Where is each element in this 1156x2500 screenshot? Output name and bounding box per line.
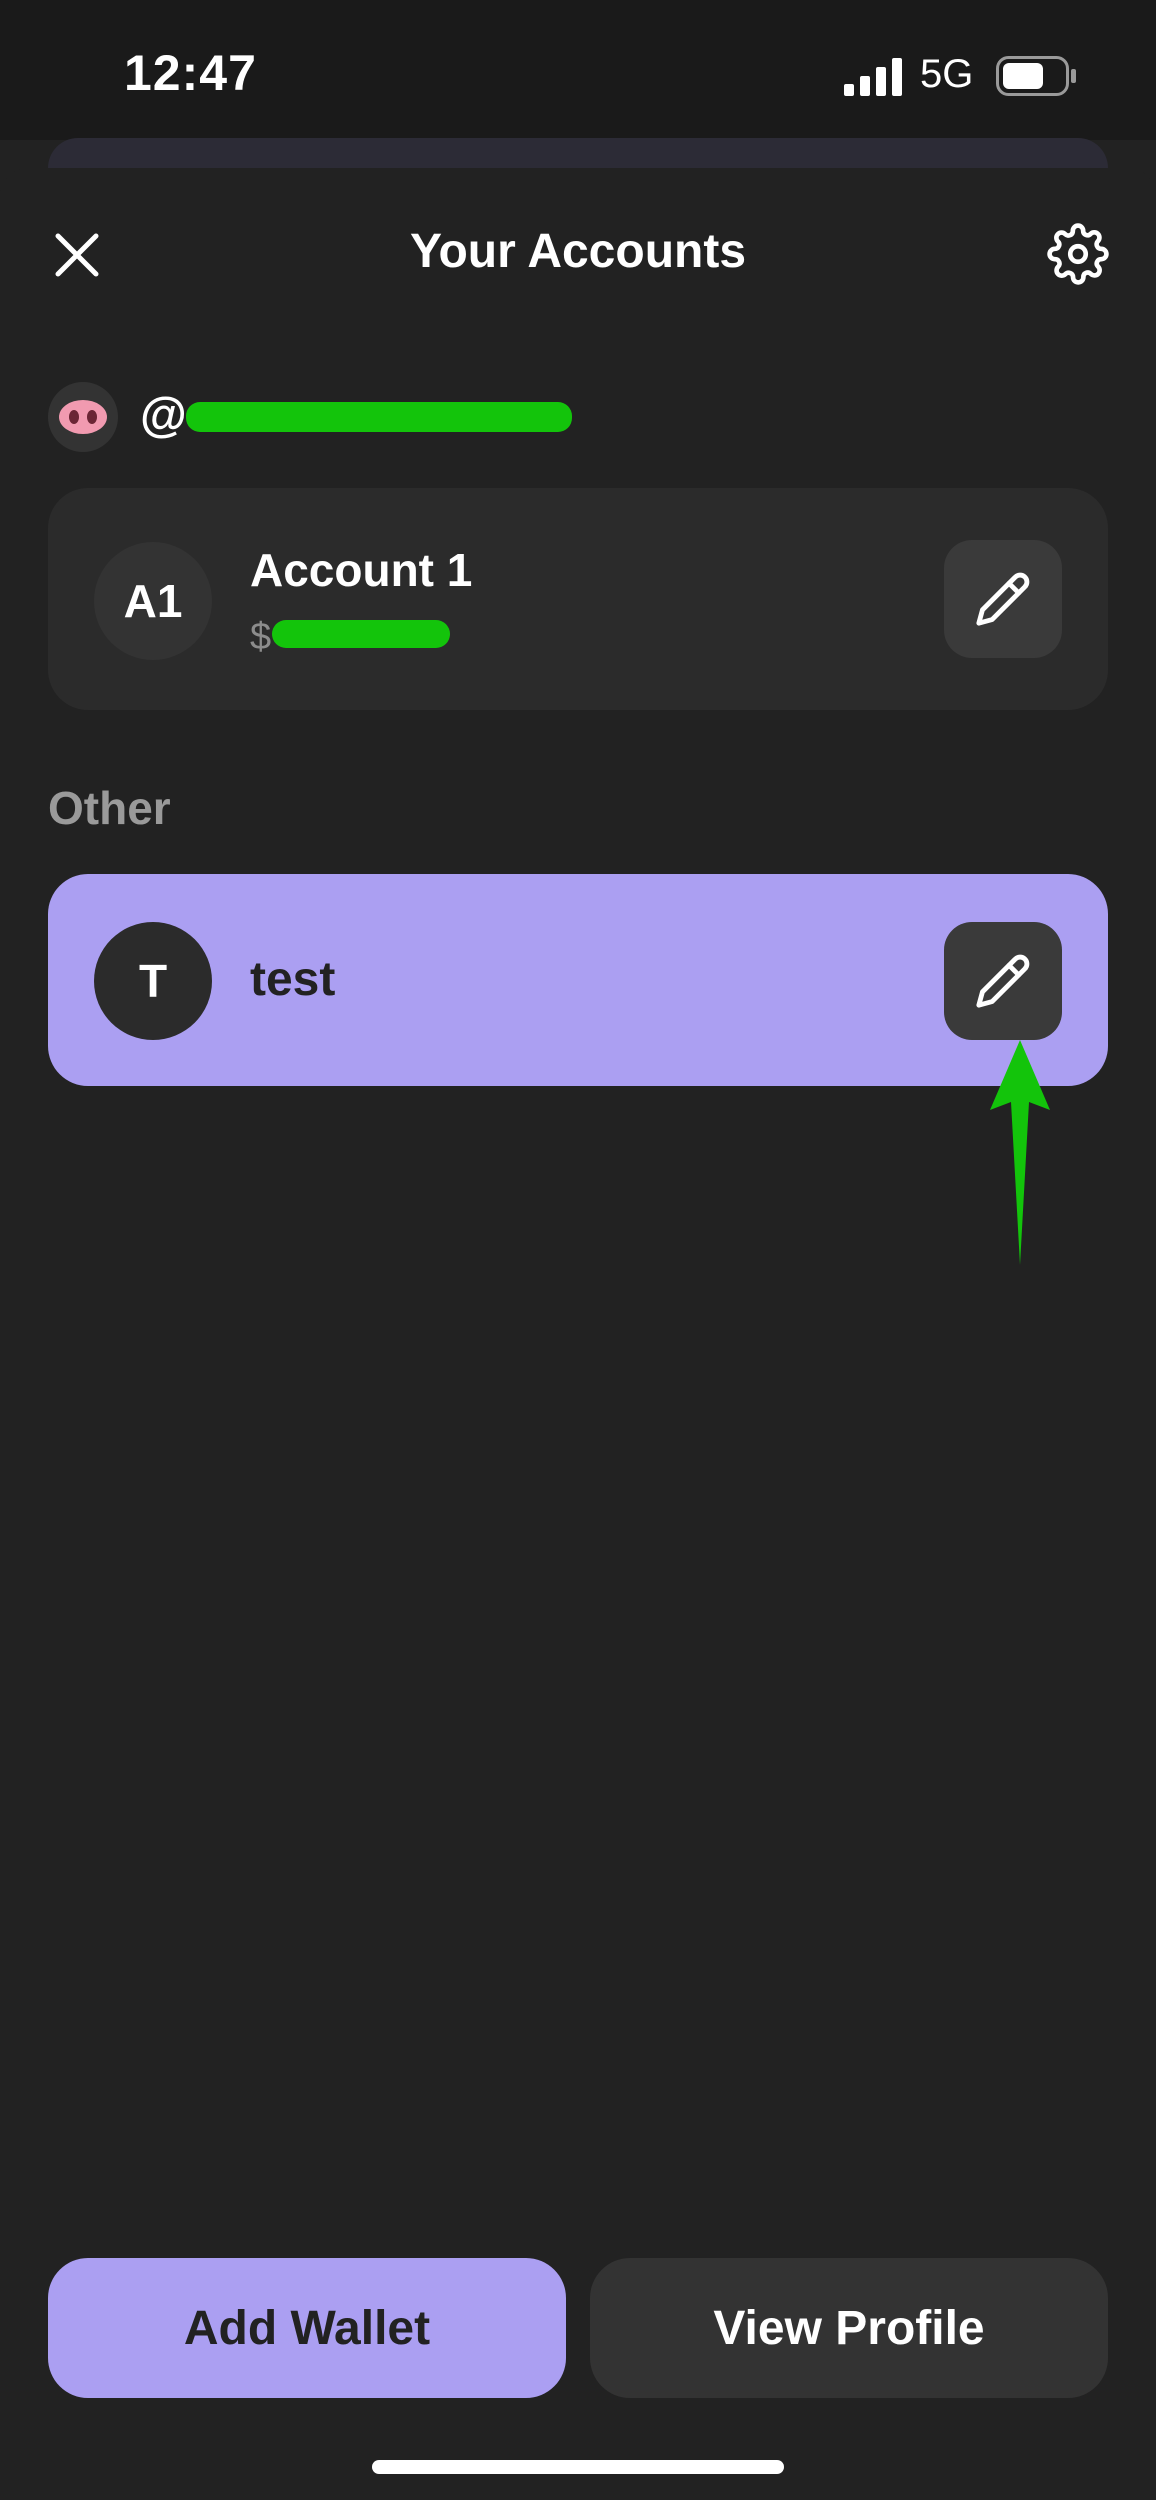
section-heading-other: Other	[48, 782, 171, 834]
pencil-icon	[976, 572, 1030, 626]
account-balance: $	[250, 616, 272, 658]
wallet-avatar: T	[94, 922, 212, 1040]
account-card[interactable]: A1 Account 1 $	[48, 488, 1108, 710]
status-time: 12:47	[124, 45, 257, 101]
page-title: Your Accounts	[409, 225, 747, 278]
gear-icon	[1047, 223, 1109, 285]
username-redaction	[186, 402, 572, 432]
edit-wallet-button[interactable]	[944, 922, 1062, 1040]
settings-button[interactable]	[1040, 216, 1116, 292]
view-profile-button[interactable]: View Profile	[590, 2258, 1108, 2398]
wallet-card[interactable]: T test	[48, 874, 1108, 1086]
signal-icon	[844, 58, 902, 96]
accounts-screen: 12:47 5G Your Accounts @ A1 Account 1 $ …	[0, 0, 1156, 2500]
edit-account-button[interactable]	[944, 540, 1062, 658]
home-indicator[interactable]	[372, 2460, 784, 2474]
add-wallet-button[interactable]: Add Wallet	[48, 2258, 566, 2398]
account-avatar: A1	[94, 542, 212, 660]
annotation-arrow-icon	[990, 1040, 1050, 1265]
balance-redaction	[272, 620, 450, 648]
status-bar: 12:47 5G	[0, 0, 1156, 140]
battery-icon	[996, 56, 1076, 96]
account-name: Account 1	[250, 544, 473, 596]
wallet-name: test	[250, 953, 336, 1006]
pencil-icon	[976, 954, 1030, 1008]
network-label: 5G	[920, 52, 974, 96]
username[interactable]: @	[140, 386, 187, 446]
profile-avatar[interactable]	[48, 382, 118, 452]
pig-nose-icon	[59, 400, 107, 434]
